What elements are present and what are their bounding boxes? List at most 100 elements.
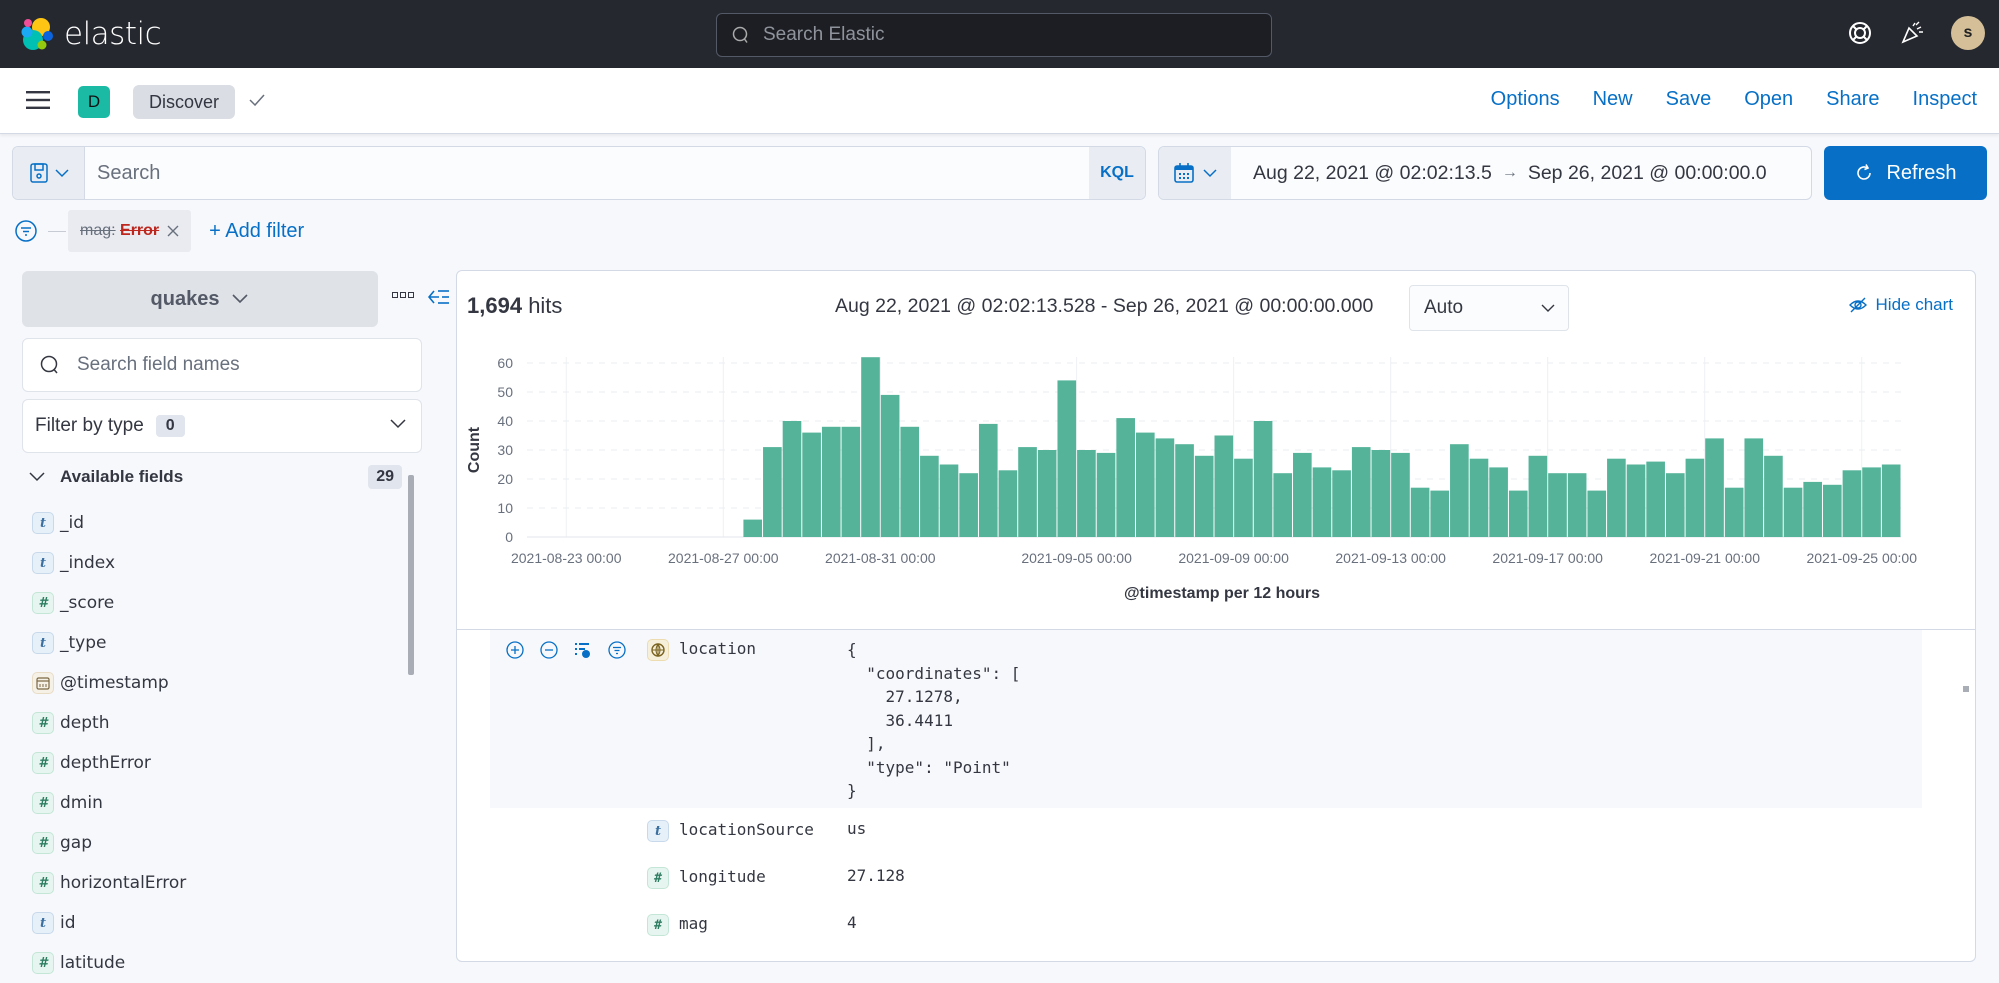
- field-item[interactable]: t _index: [32, 543, 186, 583]
- available-fields-label: Available fields: [60, 467, 184, 486]
- filter-count-badge: 0: [155, 415, 185, 437]
- field-name: horizontalError: [60, 873, 187, 893]
- user-avatar[interactable]: s: [1951, 16, 1985, 50]
- options-link[interactable]: Options: [1491, 88, 1560, 111]
- field-item[interactable]: # depth: [32, 703, 186, 743]
- x-tick-label: 2021-09-21 00:00: [1649, 550, 1760, 566]
- field-search-input[interactable]: [77, 354, 397, 376]
- histogram-chart: 0 10 20 30 40 50 60 2021-08-23 00:00 2021-08-27 …: [466, 355, 1917, 566]
- field-item[interactable]: # horizontalError: [32, 863, 186, 903]
- query-input[interactable]: [85, 147, 1089, 199]
- time-range-label: Aug 22, 2021 @ 02:02:13.528 - Sep 26, 20…: [835, 295, 1374, 317]
- field-name: _type: [60, 633, 107, 653]
- field-item[interactable]: @timestamp: [32, 663, 186, 703]
- y-tick-label: 50: [497, 384, 513, 400]
- menu-icon[interactable]: [26, 90, 50, 110]
- global-search[interactable]: [716, 13, 1272, 57]
- hide-chart-label: Hide chart: [1875, 295, 1953, 314]
- field-name: latitude: [60, 953, 126, 973]
- histogram-bar: [1175, 444, 1194, 537]
- doc-field-longitude: # longitude 27.128: [647, 866, 905, 889]
- histogram-bar: [1646, 461, 1665, 537]
- date-picker: Aug 22, 2021 @ 02:02:13.5 → Sep 26, 2021…: [1158, 146, 1812, 200]
- field-item[interactable]: # _score: [32, 583, 186, 623]
- field-item[interactable]: # dmin: [32, 783, 186, 823]
- toggle-column-icon[interactable]: [573, 640, 593, 660]
- field-item[interactable]: t _id: [32, 503, 186, 543]
- interval-value: Auto: [1424, 297, 1464, 318]
- news-feed-icon[interactable]: [1899, 20, 1925, 46]
- breadcrumb-discover[interactable]: Discover: [133, 85, 236, 119]
- save-link[interactable]: Save: [1666, 88, 1712, 111]
- histogram-bar: [1626, 464, 1646, 537]
- add-filter-button[interactable]: + Add filter: [209, 220, 304, 243]
- start-date[interactable]: Aug 22, 2021 @ 02:02:13.5: [1253, 162, 1492, 185]
- refresh-button[interactable]: Refresh: [1824, 146, 1987, 200]
- x-tick-label: 2021-09-05 00:00: [1021, 550, 1132, 566]
- share-link[interactable]: Share: [1826, 88, 1879, 111]
- string-type-icon: t: [32, 632, 54, 654]
- field-name: gap: [60, 833, 92, 853]
- field-value: 4: [847, 913, 857, 932]
- field-name: @timestamp: [60, 673, 169, 693]
- query-bar: KQL: [12, 146, 1146, 200]
- end-date[interactable]: Sep 26, 2021 @ 00:00:00.0: [1528, 162, 1767, 185]
- saved-query-button[interactable]: [13, 147, 85, 199]
- query-language-button[interactable]: KQL: [1089, 147, 1145, 199]
- document-detail: location { "coordinates": [ 27.1278, 36.…: [457, 629, 1975, 961]
- field-item[interactable]: # latitude: [32, 943, 186, 983]
- open-link[interactable]: Open: [1744, 88, 1793, 111]
- filter-exists-icon[interactable]: [607, 640, 627, 660]
- elastic-logo[interactable]: elastic: [20, 16, 162, 52]
- hide-chart-button[interactable]: Hide chart: [1848, 295, 1953, 315]
- close-icon[interactable]: [167, 225, 179, 237]
- more-options-icon[interactable]: [392, 292, 414, 298]
- top-nav-menu: Options New Save Open Share Inspect: [1458, 88, 1977, 111]
- app-badge[interactable]: D: [78, 86, 110, 118]
- x-tick-label: 2021-09-13 00:00: [1335, 550, 1446, 566]
- field-search[interactable]: [22, 338, 422, 392]
- collapse-sidebar-icon[interactable]: [428, 288, 450, 306]
- field-name: depthError: [60, 753, 151, 773]
- histogram-bar: [1450, 444, 1469, 537]
- x-tick-label: 2021-09-09 00:00: [1178, 550, 1289, 566]
- help-icon[interactable]: [1847, 20, 1873, 46]
- filter-pill-mag[interactable]: mag: Error: [47, 210, 192, 252]
- field-item[interactable]: # depthError: [32, 743, 186, 783]
- histogram-bar: [959, 473, 978, 537]
- index-pattern-selector[interactable]: quakes: [22, 271, 378, 327]
- global-header: elastic s: [0, 0, 1999, 68]
- field-name: longitude: [679, 867, 766, 886]
- interval-select[interactable]: Auto: [1409, 285, 1569, 331]
- x-tick-label: 2021-08-23 00:00: [511, 550, 622, 566]
- eye-closed-icon: [1848, 297, 1867, 313]
- inspect-link[interactable]: Inspect: [1913, 88, 1977, 111]
- number-type-icon: #: [647, 914, 669, 936]
- doc-field-locationSource: t locationSource us: [647, 819, 866, 842]
- histogram-bar: [802, 432, 821, 537]
- field-name: _score: [60, 593, 115, 613]
- histogram-bar: [1155, 438, 1175, 537]
- chevron-down-icon: [390, 419, 406, 429]
- new-link[interactable]: New: [1593, 88, 1633, 111]
- y-tick-label: 40: [497, 413, 513, 429]
- number-type-icon: #: [32, 752, 54, 774]
- available-fields-count: 29: [368, 465, 402, 489]
- quick-select-button[interactable]: [1159, 147, 1231, 199]
- field-item[interactable]: # gap: [32, 823, 186, 863]
- filter-menu-icon[interactable]: [14, 219, 38, 243]
- field-item[interactable]: t id: [32, 903, 186, 943]
- filter-for-value-icon[interactable]: [505, 640, 525, 660]
- field-item[interactable]: t _type: [32, 623, 186, 663]
- global-search-input[interactable]: [763, 24, 1243, 46]
- sidebar-scrollbar[interactable]: [408, 475, 414, 675]
- results-panel: 1,694 hits Aug 22, 2021 @ 02:02:13.528 -…: [456, 270, 1976, 962]
- doc-scrollbar[interactable]: [1963, 686, 1969, 692]
- search-icon: [40, 355, 58, 374]
- available-fields-toggle[interactable]: Available fields 29: [28, 462, 402, 492]
- histogram-bar: [978, 423, 998, 537]
- filter-out-value-icon[interactable]: [539, 640, 559, 660]
- filter-by-type-button[interactable]: Filter by type 0: [22, 399, 422, 453]
- chevron-down-icon: [29, 472, 45, 482]
- number-type-icon: #: [32, 792, 54, 814]
